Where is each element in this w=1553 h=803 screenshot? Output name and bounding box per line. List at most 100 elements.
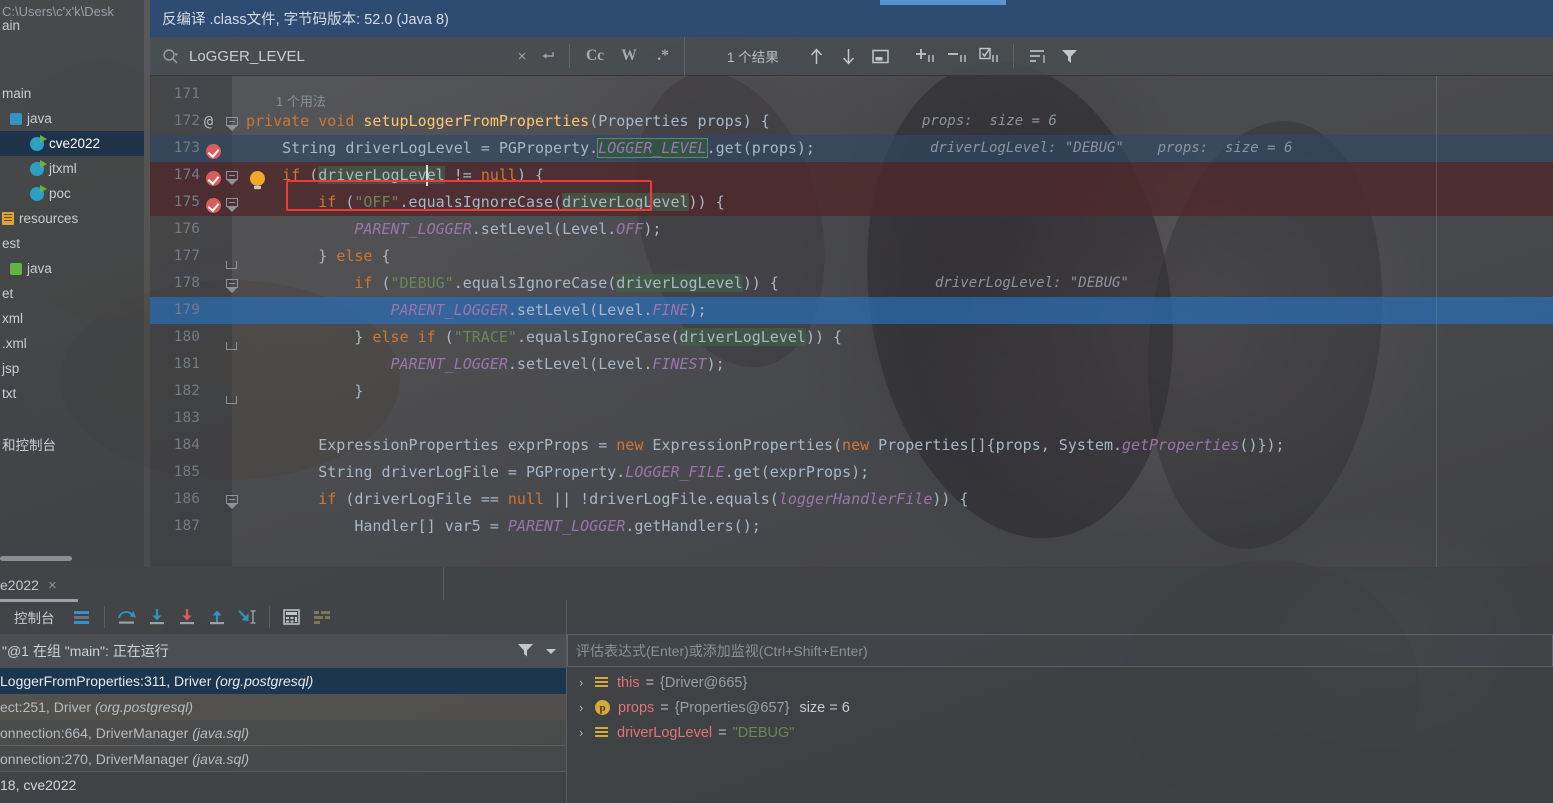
new-line-icon[interactable] <box>535 43 561 69</box>
regex-toggle[interactable]: .* <box>648 43 678 69</box>
close-icon[interactable]: × <box>48 577 57 594</box>
code-line[interactable]: 180 } else if ("TRACE".equalsIgnoreCase(… <box>150 324 1553 351</box>
arrow-up-icon[interactable] <box>801 42 833 70</box>
chevron-right-icon[interactable]: › <box>579 700 595 715</box>
code-line[interactable]: 184 ExpressionProperties exprProps = new… <box>150 432 1553 459</box>
code-line[interactable]: 185 String driverLogFile = PGProperty.LO… <box>150 459 1553 486</box>
stack-frame-row[interactable]: 18, cve2022 <box>0 772 566 798</box>
show-execution-point-icon[interactable] <box>67 604 97 630</box>
filter-icon[interactable] <box>1054 42 1086 70</box>
code-token: ); <box>706 355 725 373</box>
project-sidebar[interactable]: C:\Users\c'x'k\Desk ain main java cve2022 jt… <box>0 0 144 567</box>
code-token: } <box>246 382 364 400</box>
code-line[interactable]: 178 if ("DEBUG".equalsIgnoreCase(driverL… <box>150 270 1553 297</box>
code-line[interactable]: 171 <box>150 81 1553 108</box>
sidebar-item-est[interactable]: est <box>0 231 144 256</box>
words-toggle[interactable]: W <box>614 43 644 69</box>
sidebar-item-ain[interactable]: ain <box>0 13 144 38</box>
sidebar-item-label: jsp <box>2 361 20 376</box>
sidebar-horizontal-scrollbar[interactable] <box>0 556 72 561</box>
stack-frame-label: LoggerFromProperties:311, Driver <box>0 673 216 689</box>
sidebar-item-xml[interactable]: .xml <box>0 331 144 356</box>
sidebar-item-jtxml[interactable]: jtxml <box>0 156 144 181</box>
code-token: setupLoggerFromProperties <box>363 112 590 130</box>
sidebar-item-xml[interactable]: xml <box>0 306 144 331</box>
select-all-icon[interactable] <box>865 42 897 70</box>
sidebar-item-main[interactable]: main <box>0 81 144 106</box>
run-to-cursor-icon[interactable] <box>232 604 262 630</box>
code-editor[interactable]: 171 172 @ private void setupLoggerFromPrope… <box>150 76 1553 567</box>
stack-frame-row[interactable]: onnection:664, DriverManager (java.sql) <box>0 720 566 746</box>
console-tab-label[interactable]: 控制台 <box>14 607 55 627</box>
evaluate-expression-input[interactable]: 评估表达式(Enter)或添加监视(Ctrl+Shift+Enter) <box>567 634 1553 667</box>
sidebar-item-resources[interactable]: resources <box>0 206 144 231</box>
variable-row[interactable]: › driverLogLevel = "DEBUG" <box>567 720 1553 745</box>
code-line[interactable]: 177 } else { <box>150 243 1553 270</box>
step-out-icon[interactable] <box>202 604 232 630</box>
sidebar-item-java[interactable]: java <box>0 106 144 131</box>
layout-settings-icon[interactable] <box>307 604 337 630</box>
variables-list[interactable]: › this = {Driver@665} › p props = {Properties@65… <box>567 670 1553 803</box>
code-line[interactable]: 174 if (driverLogLevel != null) { <box>150 162 1553 190</box>
code-line[interactable]: 173 String driverLogLevel = PGProperty.L… <box>150 135 1553 162</box>
code-token: } <box>246 247 337 265</box>
stack-frame-row[interactable]: ect:251, Driver (org.postgresql) <box>0 694 566 720</box>
sidebar-item-poc[interactable]: poc <box>0 181 144 206</box>
arrow-down-icon[interactable] <box>833 42 865 70</box>
sidebar-item-label: .xml <box>2 336 27 351</box>
variable-row[interactable]: › p props = {Properties@657} size = 6 <box>567 695 1553 720</box>
remove-line-icon[interactable] <box>941 42 973 70</box>
line-text: if ("OFF".equalsIgnoreCase(driverLogLeve… <box>246 189 725 216</box>
variable-value: {Properties@657} <box>674 699 790 716</box>
annotation-marker-icon[interactable]: @ <box>204 108 213 135</box>
code-line[interactable]: 182 } <box>150 378 1553 405</box>
code-line[interactable]: 183 <box>150 405 1553 432</box>
variable-name: driverLogLevel <box>617 724 713 741</box>
code-token: if <box>318 490 337 508</box>
sidebar-item-java[interactable]: java <box>0 256 144 281</box>
add-line-icon[interactable] <box>909 42 941 70</box>
code-line[interactable]: 186 if (driverLogFile == null || !driver… <box>150 486 1553 513</box>
line-number: 184 <box>173 437 200 453</box>
code-line[interactable]: 181 PARENT_LOGGER.setLevel(Level.FINEST)… <box>150 351 1553 378</box>
sidebar-item-et[interactable]: et <box>0 281 144 306</box>
evaluate-expression-icon[interactable] <box>277 604 307 630</box>
frames-filter-icon[interactable] <box>517 642 534 661</box>
thread-selector[interactable]: "@1 在组 "main": 正在运行 <box>0 634 566 668</box>
force-step-into-icon[interactable] <box>172 604 202 630</box>
filter-scope-icon[interactable] <box>1022 42 1054 70</box>
sidebar-item-label: 和控制台 <box>2 437 56 453</box>
stack-frame-row[interactable]: LoggerFromProperties:311, Driver (org.po… <box>0 668 566 694</box>
search-icon[interactable] <box>162 48 179 65</box>
sidebar-item-cve2022[interactable]: cve2022 <box>0 131 144 156</box>
line-text: if (driverLogFile == null || !driverLogF… <box>246 486 968 513</box>
code-token: != <box>444 166 481 184</box>
line-number: 175 <box>173 194 200 210</box>
code-token: .setLevel(Level. <box>507 301 653 319</box>
sidebar-item-和控制台[interactable]: 和控制台 <box>0 431 144 456</box>
usage-hint[interactable]: 1 个用法 <box>276 88 326 115</box>
code-line[interactable]: 179 PARENT_LOGGER.setLevel(Level.FINE); <box>150 297 1553 324</box>
match-case-toggle[interactable]: Cc <box>580 43 610 69</box>
line-number: 178 <box>173 275 200 291</box>
clear-search-icon[interactable]: × <box>509 43 535 69</box>
identifier-occurrence: driverLogLevel <box>616 274 743 292</box>
sidebar-item-jsp[interactable]: jsp <box>0 356 144 381</box>
variable-row[interactable]: › this = {Driver@665} <box>567 670 1553 695</box>
debug-tabstrip: e2022 × <box>0 567 1553 602</box>
toggle-line-icon[interactable] <box>973 42 1005 70</box>
code-line[interactable]: 172 @ private void setupLoggerFromProperti… <box>150 108 1553 135</box>
chevron-right-icon[interactable]: › <box>579 725 595 740</box>
step-into-icon[interactable] <box>142 604 172 630</box>
chevron-right-icon[interactable]: › <box>579 675 595 690</box>
code-line[interactable]: 175 if ("OFF".equalsIgnoreCase(driverLog… <box>150 189 1553 216</box>
code-line[interactable]: 176 PARENT_LOGGER.setLevel(Level.OFF); <box>150 216 1553 243</box>
code-line[interactable]: 187 Handler[] var5 = PARENT_LOGGER.getHa… <box>150 513 1553 540</box>
step-over-icon[interactable] <box>112 604 142 630</box>
debug-session-tab[interactable]: e2022 × <box>0 571 57 599</box>
search-input[interactable] <box>189 47 509 65</box>
sidebar-item-txt[interactable]: txt <box>0 381 144 406</box>
call-stack-frames[interactable]: LoggerFromProperties:311, Driver (org.po… <box>0 668 566 803</box>
chevron-down-icon[interactable] <box>544 643 558 659</box>
stack-frame-row[interactable]: onnection:270, DriverManager (java.sql) <box>0 746 566 772</box>
